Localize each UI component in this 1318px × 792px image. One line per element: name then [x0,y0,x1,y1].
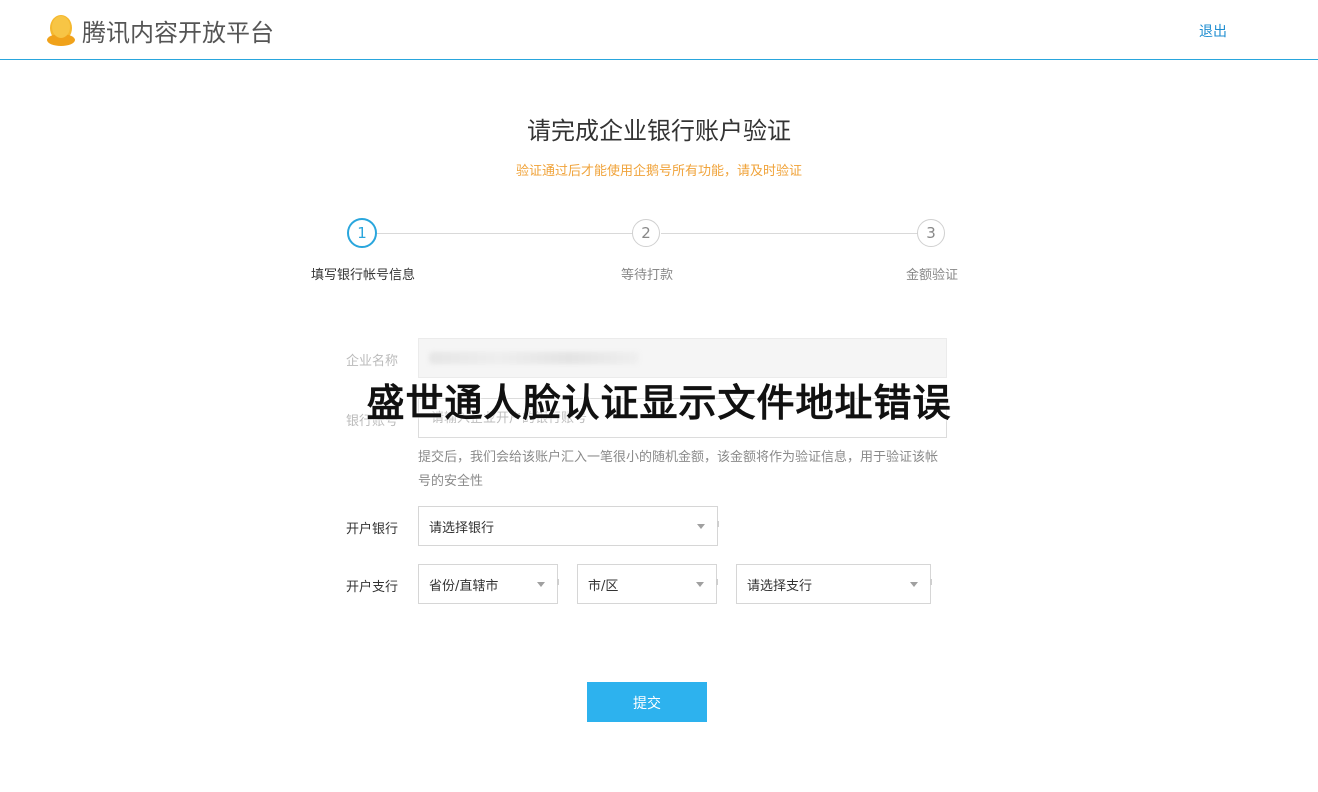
bank-account-hint: 提交后，我们会给该账户汇入一笔很小的随机金额，该金额将作为验证信息，用于验证该帐… [418,450,939,489]
step-2-circle: 2 [632,219,660,247]
step-3-circle: 3 [917,219,945,247]
step-2-label: 等待打款 [620,268,673,283]
chevron-down-icon [910,582,918,587]
province-select-value: 省份/直辖市 [429,578,499,594]
branch-label: 开户支行 [346,580,399,595]
select-tick-mark [557,579,559,585]
bank-account-input[interactable] [429,409,946,427]
bank-label: 开户银行 [346,522,399,537]
company-name-field [418,338,947,378]
province-select[interactable]: 省份/直辖市 [418,564,558,604]
chevron-down-icon [537,582,545,587]
branch-select-value: 请选择支行 [747,578,813,594]
chevron-down-icon [696,582,704,587]
step-1-label: 填写银行帐号信息 [310,268,415,283]
step-3-label: 金额验证 [905,268,958,283]
step-1-circle: 1 [347,218,377,248]
progress-stepper: 1 2 3 填写银行帐号信息 等待打款 金额验证 [0,0,1318,300]
bank-account-field [418,398,947,438]
step-connector [377,233,633,234]
bank-select[interactable]: 请选择银行 [418,506,718,546]
select-tick-mark [716,579,718,585]
company-name-value [429,352,639,364]
select-tick-mark [717,521,719,527]
submit-button[interactable]: 提交 [587,682,707,722]
chevron-down-icon [697,524,705,529]
bank-select-value: 请选择银行 [429,520,495,536]
company-name-label: 企业名称 [346,354,399,369]
step-connector [661,233,918,234]
city-select[interactable]: 市/区 [577,564,717,604]
branch-select[interactable]: 请选择支行 [736,564,931,604]
bank-account-label: 银行账号 [346,414,399,429]
select-tick-mark [930,579,932,585]
city-select-value: 市/区 [588,578,619,594]
